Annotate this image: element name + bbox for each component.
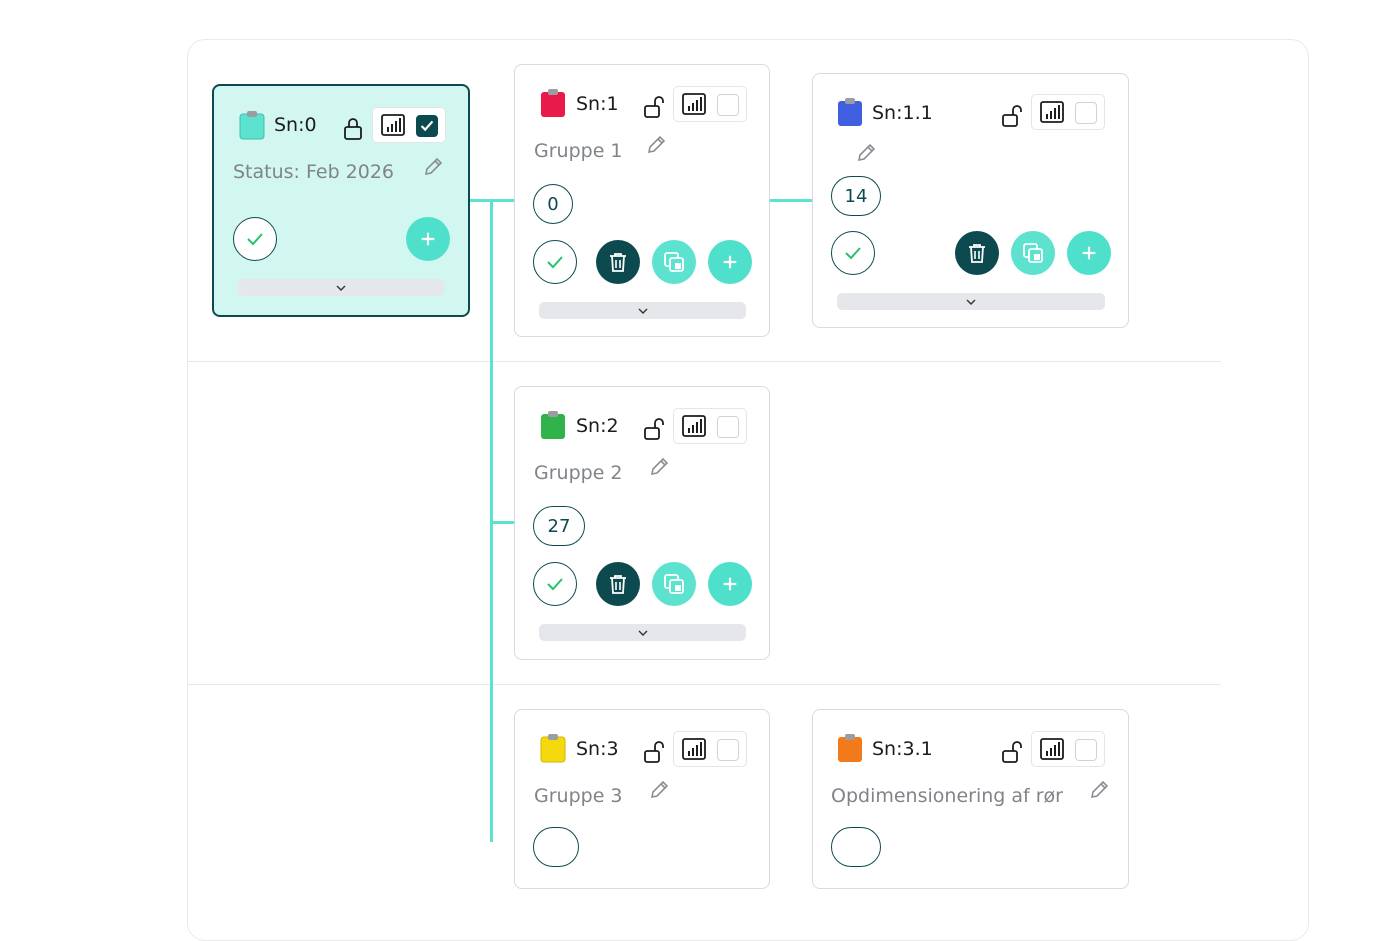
copy-icon [664,574,684,594]
item-count-badge [533,827,579,867]
unlock-icon[interactable] [643,740,665,764]
pencil-icon[interactable] [1088,779,1110,801]
expand-toggle[interactable] [539,302,746,319]
plus-icon [723,255,737,269]
add-child-button[interactable] [406,217,450,261]
node-label: Sn:3 [576,738,619,760]
item-count-badge [831,827,881,867]
node-label: Sn:1 [576,93,619,115]
trash-icon [610,253,626,272]
node-card-sn0[interactable]: Sn:0 Status: Feb 2026 [212,84,470,317]
add-child-button[interactable] [708,240,752,284]
copy-icon [1023,243,1043,263]
view-toggle-group [673,408,747,444]
pencil-icon[interactable] [645,134,667,156]
row-divider [188,684,1221,685]
expand-toggle[interactable] [539,624,746,641]
expand-toggle[interactable] [837,293,1105,310]
clipboard-icon [541,411,565,439]
node-title: Gruppe 1 [534,140,623,162]
lock-icon[interactable] [342,117,364,141]
clipboard-icon [838,734,862,762]
check-icon [420,120,434,132]
item-count-badge: 0 [533,184,573,224]
node-card-sn2[interactable]: Sn:2 Gruppe 2 27 [514,386,770,660]
view-toggle-group [1031,94,1105,130]
unlock-icon[interactable] [643,95,665,119]
clipboard-icon [239,111,265,140]
clipboard-icon [838,98,862,126]
item-count-badge: 14 [831,176,881,216]
trash-icon [610,575,626,594]
select-checkbox[interactable] [1075,739,1097,761]
duplicate-button[interactable] [1011,231,1055,275]
check-icon [547,578,563,591]
chevron-down-icon [638,630,647,636]
duplicate-button[interactable] [652,240,696,284]
connector-line [770,199,812,202]
duplicate-button[interactable] [652,562,696,606]
node-card-sn3[interactable]: Sn:3 Gruppe 3 [514,709,770,889]
select-checkbox[interactable] [1075,102,1097,124]
select-checkbox[interactable] [717,94,739,116]
select-checkbox[interactable] [717,416,739,438]
pencil-icon[interactable] [855,142,877,164]
unlock-icon[interactable] [643,417,665,441]
delete-button[interactable] [596,562,640,606]
add-child-button[interactable] [708,562,752,606]
clipboard-icon [540,734,566,763]
chevron-down-icon [966,299,976,305]
node-title: Opdimensionering af rør [831,785,1063,807]
unlock-icon[interactable] [1001,104,1023,128]
view-toggle-group [372,107,446,143]
node-label: Sn:1.1 [872,102,933,124]
approve-button[interactable] [233,217,277,261]
delete-button[interactable] [596,240,640,284]
node-title: Status: Feb 2026 [233,161,395,183]
trash-icon [969,244,985,263]
signal-bars-icon[interactable] [682,93,706,115]
node-card-sn3-1[interactable]: Sn:3.1 Opdimensionering af rør [812,709,1129,889]
pencil-icon[interactable] [648,456,670,478]
node-label: Sn:3.1 [872,738,933,760]
check-icon [247,233,263,246]
pencil-icon[interactable] [648,779,670,801]
plus-icon [421,232,435,246]
chevron-down-icon [336,285,346,291]
approve-button[interactable] [533,562,577,606]
connector-line [490,521,515,524]
plus-icon [1082,246,1096,260]
view-toggle-group [1031,731,1105,767]
delete-button[interactable] [955,231,999,275]
signal-bars-icon[interactable] [682,415,706,437]
item-count-badge: 27 [533,506,585,546]
check-icon [547,256,563,269]
copy-icon [664,252,684,272]
add-child-button[interactable] [1067,231,1111,275]
select-checkbox[interactable] [416,115,438,137]
view-toggle-group [673,86,747,122]
clipboard-icon [541,89,565,117]
unlock-icon[interactable] [1001,740,1023,764]
signal-bars-icon[interactable] [381,114,405,136]
node-card-sn1-1[interactable]: Sn:1.1 14 [812,73,1129,328]
node-title: Gruppe 3 [534,785,623,807]
signal-bars-icon[interactable] [1040,738,1064,760]
pencil-icon[interactable] [422,156,444,178]
approve-button[interactable] [533,240,577,284]
signal-bars-icon[interactable] [682,738,706,760]
select-checkbox[interactable] [717,739,739,761]
signal-bars-icon[interactable] [1040,101,1064,123]
expand-toggle[interactable] [238,279,444,296]
view-toggle-group [673,731,747,767]
row-divider [188,361,1221,362]
approve-button[interactable] [831,231,875,275]
node-label: Sn:0 [274,114,317,136]
plus-icon [723,577,737,591]
node-card-sn1[interactable]: Sn:1 Gruppe 1 0 [514,64,770,337]
check-icon [845,247,861,260]
node-label: Sn:2 [576,415,619,437]
chevron-down-icon [638,308,647,314]
node-title: Gruppe 2 [534,462,623,484]
